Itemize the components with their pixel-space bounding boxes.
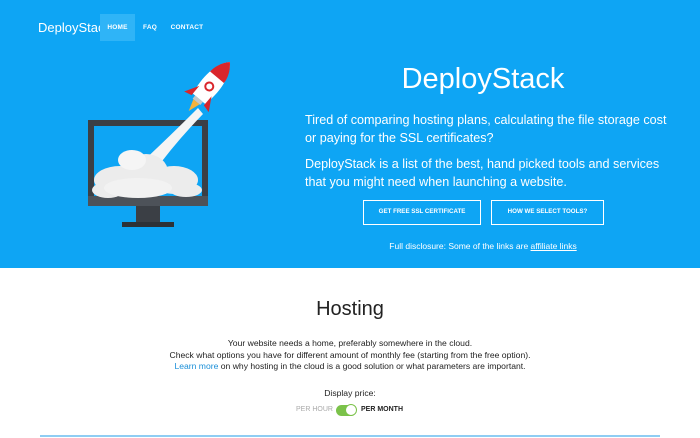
nav-item-contact[interactable]: CONTACT [168,14,206,41]
disclosure-text: Full disclosure: Some of the links are [389,241,531,251]
rocket-launch-illustration [88,61,230,227]
rocket-icon [184,61,230,113]
top-navbar: DeployStack HOME FAQ CONTACT [0,0,700,55]
section-divider [40,435,660,437]
affiliate-disclosure: Full disclosure: Some of the links are a… [300,241,666,251]
hero-intro-description: DeployStack is a list of the best, hand … [305,157,660,189]
per-hour-label[interactable]: PER HOUR [296,406,333,413]
hosting-description-line-1: Your website needs a home, preferably so… [227,338,473,348]
learn-more-rest-text: on why hosting in the cloud is a good so… [218,361,526,371]
hosting-description-line-3: Learn more on why hosting in the cloud i… [0,361,700,371]
per-month-label[interactable]: PER MONTH [361,406,403,413]
nav-item-home[interactable]: HOME [100,14,135,41]
hosting-section-title: Hosting [316,298,384,320]
learn-more-link[interactable]: Learn more [174,361,218,371]
hero-intro-question: Tired of comparing hosting plans, calcul… [305,113,667,145]
hero-title: DeployStack [401,63,565,95]
hosting-description-line-2: Check what options you have for differen… [169,350,531,360]
price-period-toggle[interactable] [336,404,357,416]
affiliate-links-link[interactable]: affiliate links [531,241,577,251]
get-free-ssl-button[interactable]: GET FREE SSL CERTIFICATE [363,200,481,225]
hero-section: DeployStack HOME FAQ CONTACT DeployStack… [0,0,700,268]
how-we-select-tools-button[interactable]: HOW WE SELECT TOOLS? [491,200,604,225]
price-period-toggle-row: PER HOUR PER MONTH [0,404,700,417]
nav-item-faq[interactable]: FAQ [139,14,161,41]
toggle-knob[interactable] [345,404,357,416]
display-price-label: Display price: [324,388,376,398]
